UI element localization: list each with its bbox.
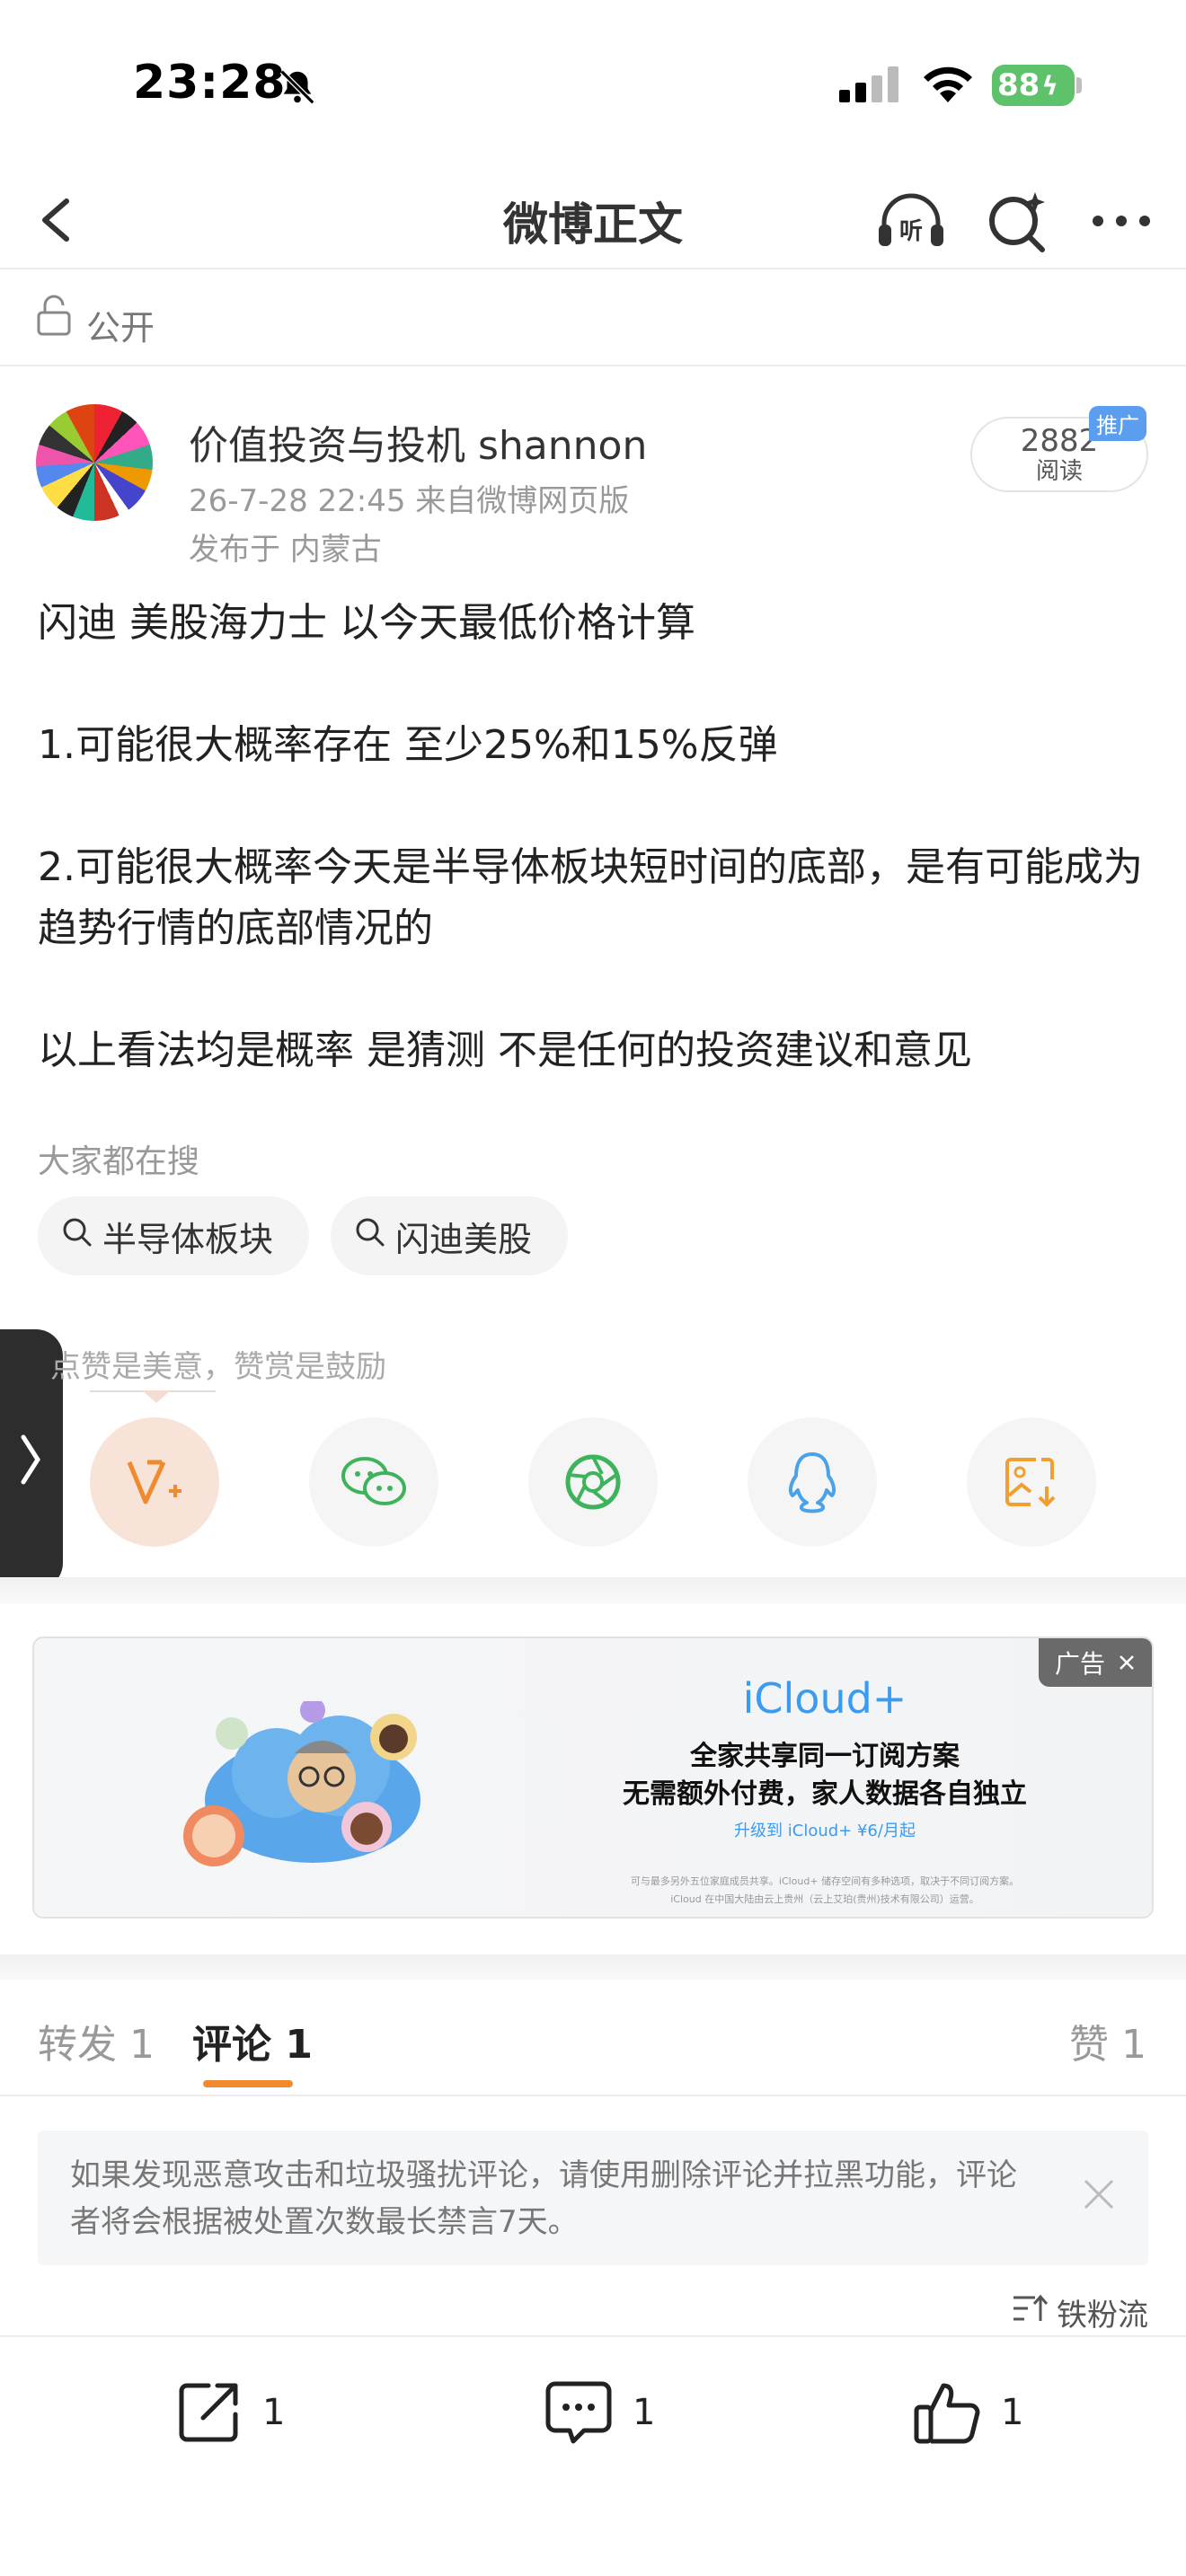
post-content: 闪迪 美股海力士 以今天最低价格计算 1.可能很大概率存在 至少25%和15%反… — [38, 593, 1152, 1081]
save-image-button[interactable] — [967, 1417, 1096, 1547]
charging-icon: ϟ — [1041, 70, 1058, 101]
ad-tagline: 无需额外付费，家人数据各自独立 — [623, 1778, 1027, 1810]
like-button[interactable]: 1 — [911, 2377, 1023, 2448]
unlock-icon — [36, 295, 72, 341]
post-paragraph: 以上看法均是概率 是猜测 不是任何的投资建议和意见 — [38, 1028, 972, 1073]
bottom-action-bar: 1 1 1 — [0, 2335, 1186, 2576]
reward-prompt: 点赞是美意，赞赏是鼓励 — [50, 1349, 386, 1385]
trending-search-title: 大家都在搜 — [38, 1143, 200, 1180]
tab-repost[interactable]: 转发 1 — [38, 2012, 155, 2069]
share-wechat-button[interactable] — [309, 1417, 438, 1547]
trending-chip[interactable]: 半导体板块 — [38, 1196, 309, 1275]
save-image-icon — [1005, 1458, 1056, 1507]
comment-sort-toggle[interactable]: 铁粉流 — [1012, 2290, 1148, 2334]
post-paragraph: 2.可能很大概率今天是半导体板块短时间的底部，是有可能成为趋势行情的底部情况的 — [38, 844, 1143, 951]
search-icon — [354, 1216, 386, 1257]
post-location: 发布于 内蒙古 — [189, 532, 382, 568]
sort-icon — [1012, 2292, 1049, 2333]
comment-button[interactable]: 1 — [543, 2377, 655, 2448]
active-tab-indicator — [203, 2080, 293, 2087]
battery-level: 88 — [997, 67, 1040, 103]
ad-fine-print: 可与最多另外五位家庭成员共享。iCloud+ 储存空间有多种选项，取决于不同订阅… — [630, 1875, 1020, 1887]
search-sparkle-icon[interactable] — [979, 183, 1055, 259]
repost-button[interactable]: 1 — [173, 2377, 285, 2448]
icloud-family-illustration — [183, 1701, 420, 1866]
visibility-row: 公开 — [0, 271, 1186, 366]
close-icon[interactable] — [1118, 1648, 1136, 1678]
ad-headline: iCloud+ — [742, 1674, 907, 1723]
trending-chip-label: 闪迪美股 — [395, 1219, 533, 1259]
notice-text: 如果发现恶意攻击和垃圾骚扰评论，请使用删除评论并拉黑功能，评论者将会根据被处置次… — [70, 2157, 1017, 2240]
more-options-icon[interactable] — [1084, 183, 1159, 259]
interaction-tabs: 转发 1 评论 1 赞 1 — [0, 1980, 1186, 2096]
share-moments-button[interactable] — [528, 1417, 658, 1547]
status-time: 23:28 — [133, 56, 287, 110]
headphones-listen-icon[interactable]: 听 — [873, 183, 949, 259]
svg-text:听: 听 — [899, 218, 923, 245]
promote-tag[interactable]: 推广 — [1089, 406, 1146, 441]
comment-notice: 如果发现恶意攻击和垃圾骚扰评论，请使用删除评论并拉黑功能，评论者将会根据被处置次… — [38, 2130, 1148, 2265]
post-meta: 26-7-28 22:45 来自微博网页版 — [189, 483, 630, 519]
section-divider — [0, 1577, 1186, 1604]
sort-label: 铁粉流 — [1057, 2298, 1148, 2333]
reward-button[interactable] — [90, 1417, 219, 1547]
trending-chip[interactable]: 闪迪美股 — [331, 1196, 568, 1275]
search-icon — [61, 1216, 93, 1257]
bell-muted-icon — [277, 66, 318, 111]
reward-v-icon — [127, 1460, 181, 1504]
repost-count: 1 — [262, 2392, 286, 2433]
tab-comment[interactable]: 评论 1 — [192, 2012, 313, 2069]
trending-chip-label: 半导体板块 — [102, 1219, 274, 1259]
like-count: 1 — [1001, 2392, 1024, 2433]
cellular-signal-icon — [839, 66, 900, 106]
author-name[interactable]: 价值投资与投机 shannon — [189, 413, 647, 471]
battery-nub — [1076, 77, 1082, 93]
navigation-bar: 微博正文 听 — [0, 171, 1186, 269]
tab-like[interactable]: 赞 1 — [1069, 2012, 1146, 2069]
comment-bubble-icon — [545, 2381, 612, 2444]
ad-fine-print: iCloud 在中国大陆由云上贵州（云上艾珀(贵州)技术有限公司）运营。 — [670, 1893, 979, 1905]
visibility-label: 公开 — [86, 308, 155, 348]
ad-tagline: 全家共享同一订阅方案 — [690, 1741, 960, 1772]
author-avatar[interactable] — [36, 404, 153, 521]
ad-cta-link[interactable]: 升级到 iCloud+ ¥6/月起 — [555, 1818, 1094, 1841]
thumbs-up-icon — [914, 2383, 980, 2444]
repost-share-icon — [179, 2383, 238, 2442]
close-icon[interactable] — [1082, 2177, 1116, 2225]
qq-penguin-icon — [788, 1452, 836, 1513]
back-arrow-icon[interactable] — [25, 189, 88, 251]
wifi-icon — [920, 63, 976, 108]
section-divider — [0, 1954, 1186, 1980]
status-bar: 23:28 88 ϟ — [0, 0, 1186, 171]
reward-pointer — [142, 1390, 171, 1403]
battery-indicator: 88 ϟ — [992, 65, 1075, 106]
read-label: 阅读 — [1035, 458, 1083, 485]
post-paragraph: 1.可能很大概率存在 至少25%和15%反弹 — [38, 722, 778, 768]
share-qq-button[interactable] — [748, 1417, 877, 1547]
post-paragraph: 闪迪 美股海力士 以今天最低价格计算 — [38, 600, 695, 646]
comment-count: 1 — [633, 2392, 656, 2433]
moments-aperture-icon — [565, 1454, 621, 1510]
wechat-icon — [341, 1457, 406, 1505]
advertisement-card[interactable]: 广告 iCloud+ 全家共享同一订阅方案 无需额外付费，家人数据各自独立 升级… — [32, 1636, 1154, 1919]
